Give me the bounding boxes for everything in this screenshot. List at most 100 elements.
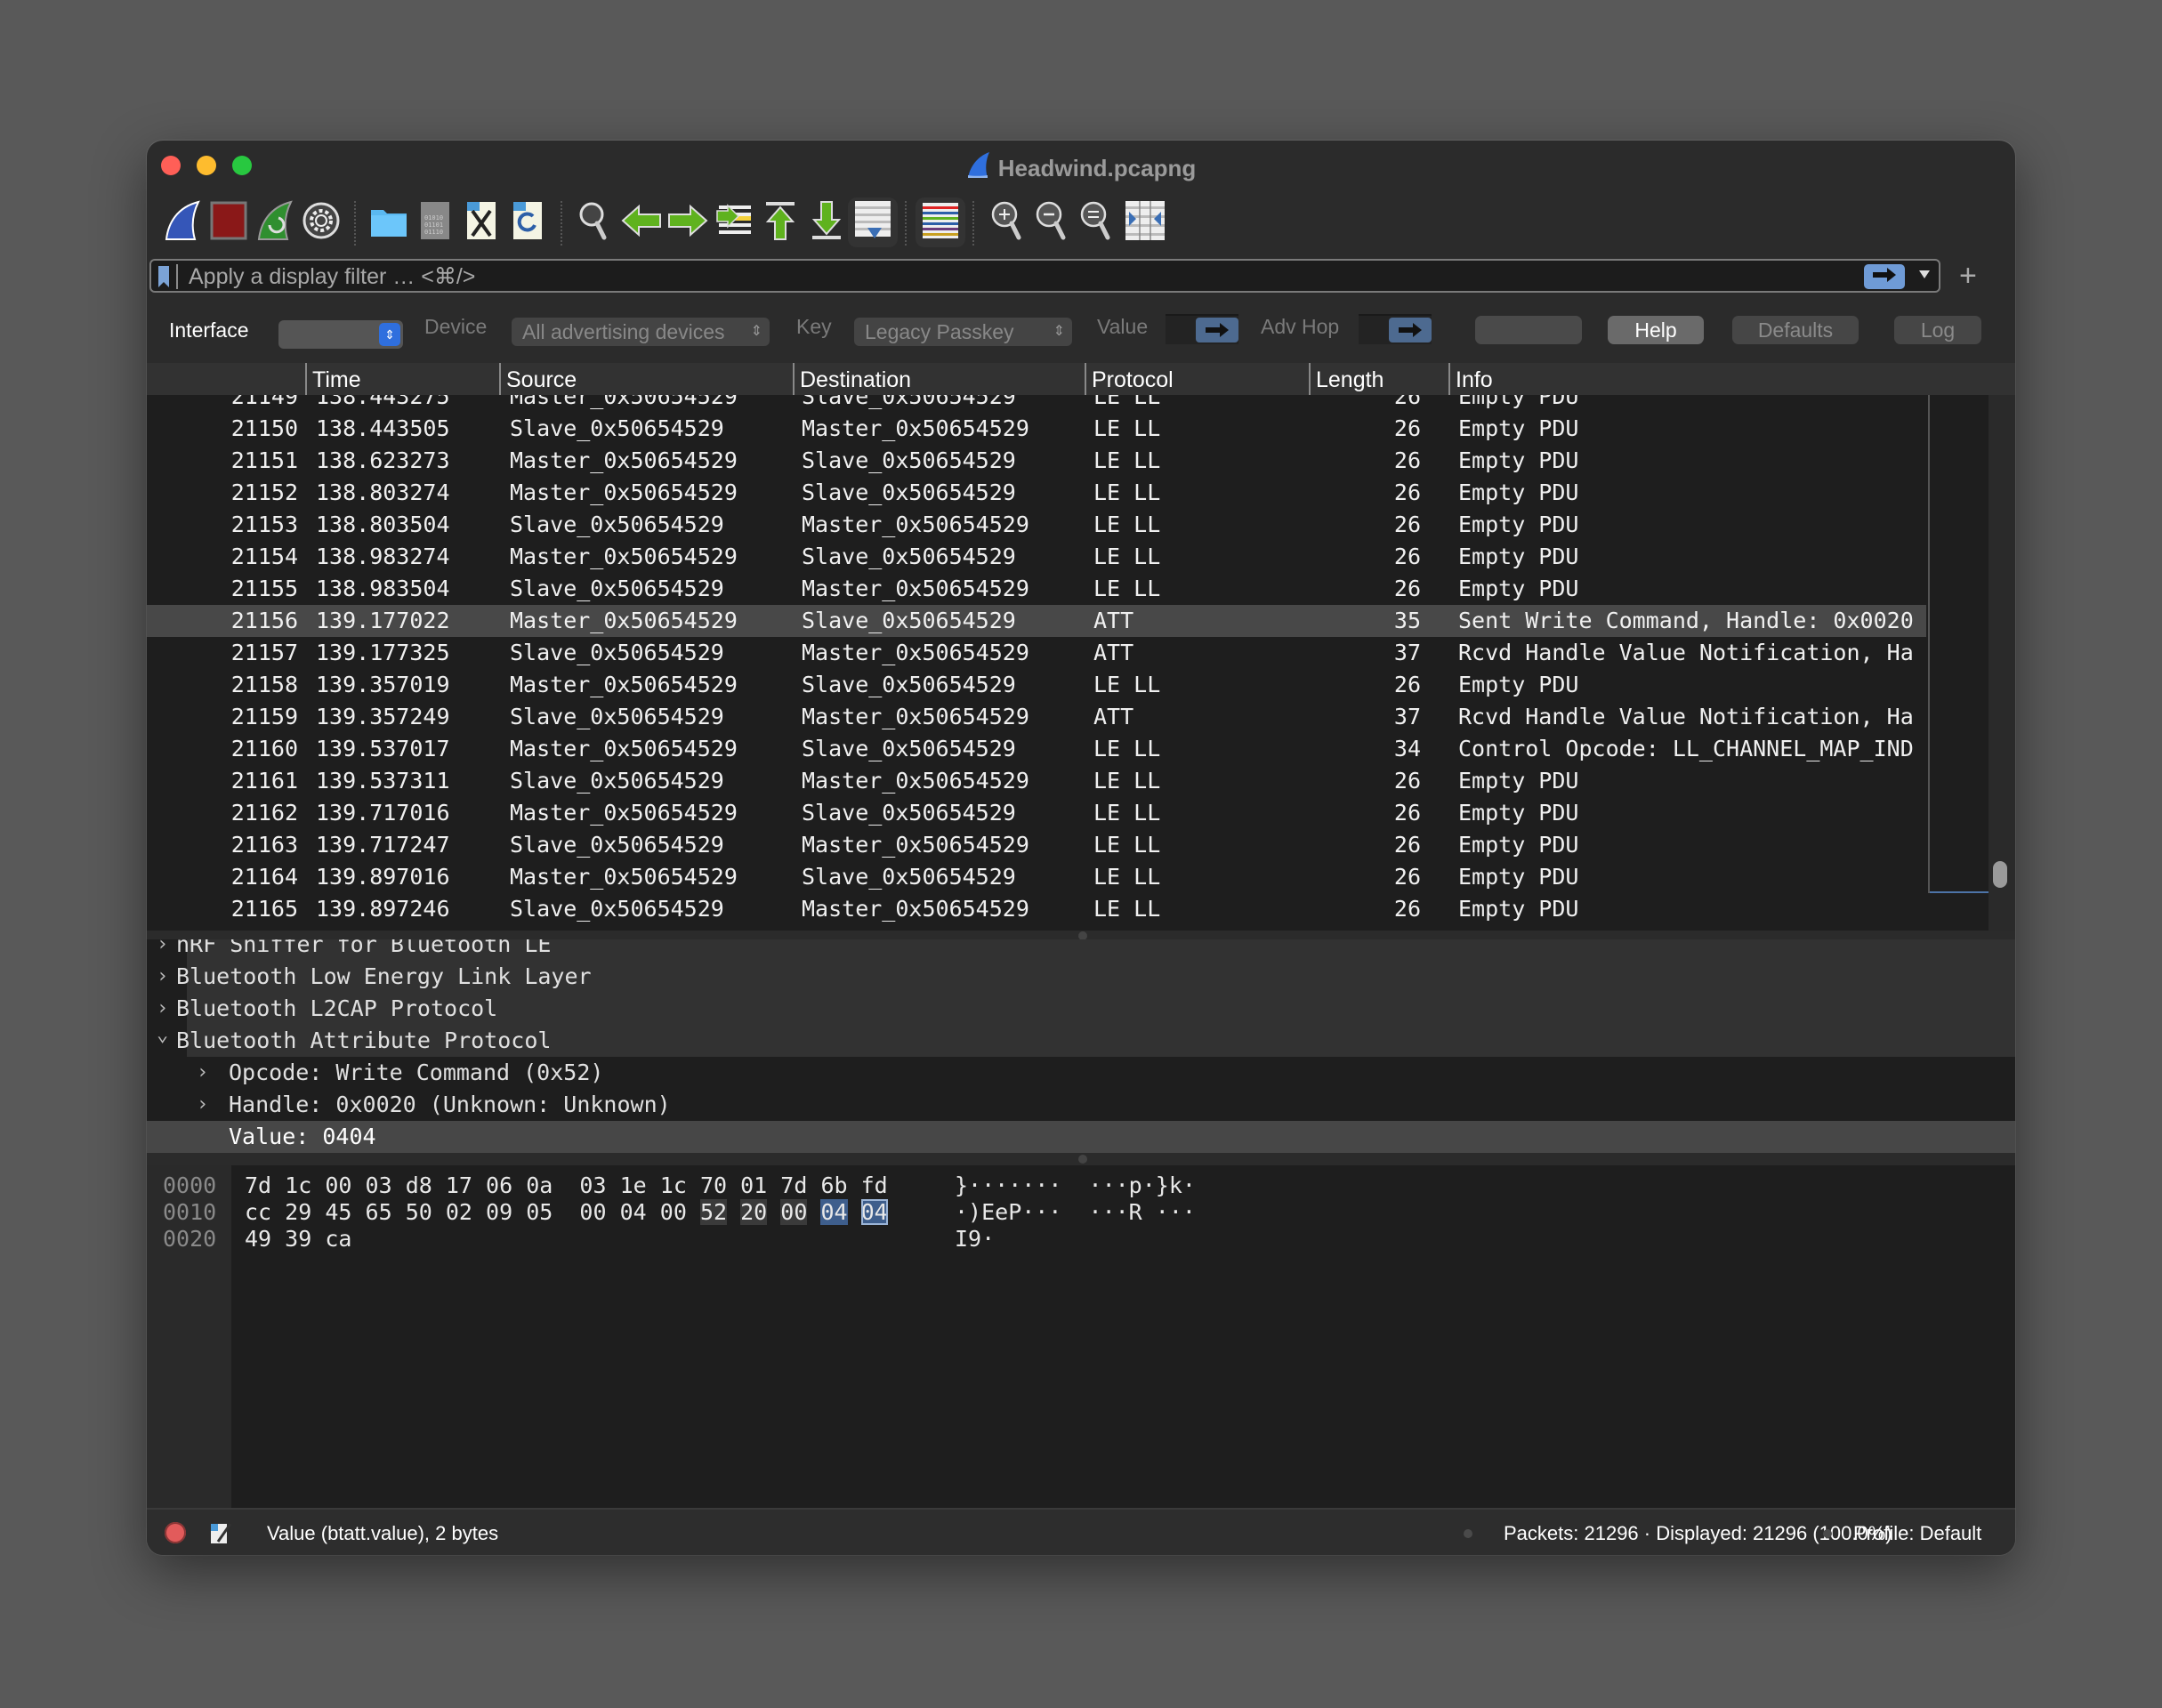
hex-byte[interactable]: 00 — [579, 1199, 606, 1225]
go-forward-button[interactable] — [663, 197, 713, 247]
hex-byte[interactable]: d8 — [406, 1172, 432, 1198]
hex-byte[interactable]: ca — [325, 1226, 351, 1252]
capture-options-button[interactable] — [296, 197, 346, 247]
packet-row[interactable]: 21163 139.717247 Slave_0x50654529 Master_0x… — [147, 829, 1926, 861]
detail-tree-item[interactable]: › nRF Sniffer for Bluetooth LE — [157, 939, 2015, 961]
adv-hop-input[interactable] — [1359, 314, 1432, 344]
column-header-no[interactable] — [147, 363, 307, 395]
restart-capture-button[interactable] — [250, 197, 300, 247]
packet-row[interactable]: 21156 139.177022 Master_0x50654529 Slave_0x… — [147, 605, 1926, 637]
packet-row[interactable]: 21157 139.177325 Slave_0x50654529 Master_0x… — [147, 637, 1926, 669]
apply-value-button[interactable] — [1196, 318, 1238, 342]
hex-byte[interactable]: 04 — [820, 1199, 848, 1225]
filter-bookmark-icon[interactable] — [158, 266, 169, 287]
hex-byte[interactable]: 52 — [699, 1199, 728, 1225]
detail-tree-item[interactable]: › Bluetooth L2CAP Protocol — [157, 993, 2015, 1025]
hex-byte[interactable]: 45 — [325, 1199, 351, 1225]
capture-comment-icon[interactable] — [209, 1520, 232, 1550]
hex-byte[interactable]: cc — [245, 1199, 271, 1225]
packet-row[interactable]: 21152 138.803274 Master_0x50654529 Slave_0x… — [147, 477, 1926, 509]
hex-byte[interactable]: 03 — [579, 1172, 606, 1198]
resize-columns-button[interactable] — [1120, 197, 1170, 247]
chevron-right-icon[interactable]: › — [157, 961, 168, 993]
hex-byte[interactable]: 17 — [446, 1172, 472, 1198]
zoom-in-button[interactable] — [983, 197, 1033, 247]
go-to-packet-button[interactable] — [709, 197, 759, 247]
hex-byte[interactable]: 1e — [620, 1172, 647, 1198]
hex-byte[interactable]: 6b — [820, 1172, 847, 1198]
detail-tree-item[interactable]: Value: 0404 — [147, 1121, 2015, 1153]
packet-row[interactable]: 21160 139.537017 Master_0x50654529 Slave_0x… — [147, 733, 1926, 765]
pane-splitter[interactable] — [147, 931, 2015, 940]
save-file-button[interactable]: 01010 01101 01110 — [410, 197, 460, 247]
hex-byte[interactable]: 50 — [406, 1199, 432, 1225]
blank-button[interactable] — [1475, 316, 1582, 344]
apply-filter-button[interactable] — [1864, 264, 1905, 289]
interface-select[interactable]: ⇕ — [278, 320, 403, 349]
auto-scroll-button[interactable] — [848, 197, 898, 247]
log-button[interactable]: Log — [1894, 316, 1981, 344]
hex-byte[interactable]: 7d — [245, 1172, 271, 1198]
packet-row[interactable]: 21158 139.357019 Master_0x50654529 Slave_0x… — [147, 669, 1926, 701]
help-button[interactable]: Help — [1608, 316, 1704, 344]
packet-row[interactable]: 21150 138.443505 Slave_0x50654529 Master_0x… — [147, 413, 1926, 445]
add-filter-button[interactable]: + — [1959, 259, 1977, 293]
chevron-right-icon[interactable]: › — [197, 1057, 208, 1089]
packet-row[interactable]: 21153 138.803504 Slave_0x50654529 Master_0x… — [147, 509, 1926, 541]
normal-size-button[interactable] — [1072, 197, 1122, 247]
hex-byte[interactable]: 00 — [780, 1199, 808, 1225]
defaults-button[interactable]: Defaults — [1732, 316, 1859, 344]
column-header-protocol[interactable]: Protocol — [1085, 363, 1309, 395]
profile-indicator[interactable]: Profile: Default — [1853, 1522, 1981, 1545]
chevron-right-icon[interactable]: › — [197, 1089, 208, 1121]
packet-row[interactable]: 21151 138.623273 Master_0x50654529 Slave_0x… — [147, 445, 1926, 477]
hex-ascii[interactable]: ·)EeP··· ···R ··· — [955, 1199, 1196, 1226]
packet-row[interactable]: 21161 139.537311 Slave_0x50654529 Master_0x… — [147, 765, 1926, 797]
detail-tree-item[interactable]: › Bluetooth Low Energy Link Layer — [157, 961, 2015, 993]
open-file-button[interactable] — [364, 197, 414, 247]
hex-byte[interactable]: 00 — [660, 1199, 687, 1225]
colorize-button[interactable] — [916, 197, 965, 247]
column-header-info[interactable]: Info — [1448, 363, 2015, 395]
hex-byte[interactable]: 65 — [366, 1199, 392, 1225]
hex-byte[interactable]: fd — [861, 1172, 888, 1198]
hex-byte[interactable]: 00 — [325, 1172, 351, 1198]
scrollbar-thumb[interactable] — [1993, 861, 2007, 888]
zoom-out-button[interactable] — [1028, 197, 1077, 247]
hex-byte[interactable]: 02 — [446, 1199, 472, 1225]
column-header-length[interactable]: Length — [1309, 363, 1448, 395]
hex-byte[interactable]: 49 — [245, 1226, 271, 1252]
packet-row[interactable]: 21164 139.897016 Master_0x50654529 Slave_0x… — [147, 861, 1926, 893]
hex-bytes[interactable]: 49 39 ca — [245, 1226, 351, 1253]
packet-row[interactable]: 21162 139.717016 Master_0x50654529 Slave_0x… — [147, 797, 1926, 829]
filter-history-dropdown[interactable] — [1919, 270, 1930, 278]
hex-bytes[interactable]: cc 29 45 65 50 02 09 05 00 04 00 52 20 0… — [245, 1199, 888, 1226]
hex-ascii[interactable]: I9· — [955, 1226, 995, 1253]
device-select[interactable]: All advertising devices ⇕ — [512, 318, 770, 346]
column-header-time[interactable]: Time — [305, 363, 499, 395]
hex-byte[interactable]: 03 — [366, 1172, 392, 1198]
hex-ascii[interactable]: }······· ···p·}k· — [955, 1172, 1196, 1199]
hex-byte[interactable]: 04 — [620, 1199, 647, 1225]
hex-byte[interactable]: 01 — [740, 1172, 767, 1198]
expert-info-icon[interactable] — [165, 1522, 186, 1543]
display-filter-input[interactable] — [187, 262, 1881, 291]
chevron-down-icon[interactable]: ⌄ — [157, 1019, 168, 1051]
splitter-handle[interactable] — [1078, 1155, 1087, 1164]
detail-tree-item[interactable]: › Opcode: Write Command (0x52) — [147, 1057, 2015, 1089]
chevron-right-icon[interactable]: › — [157, 939, 168, 961]
hex-byte[interactable]: 39 — [285, 1226, 311, 1252]
stop-capture-button[interactable] — [204, 197, 254, 247]
hex-byte[interactable]: 06 — [486, 1172, 512, 1198]
hex-byte[interactable]: 05 — [526, 1199, 553, 1225]
detail-tree-item[interactable]: ⌄ Bluetooth Attribute Protocol — [157, 1024, 2015, 1057]
value-input[interactable] — [1166, 314, 1238, 344]
key-select[interactable]: Legacy Passkey ⇕ — [854, 318, 1072, 346]
hex-byte[interactable]: 7d — [780, 1172, 807, 1198]
packet-list-vertical-scrollbar[interactable] — [1989, 395, 2015, 931]
packet-row[interactable]: 21159 139.357249 Slave_0x50654529 Master_0x… — [147, 701, 1926, 733]
pane-splitter[interactable] — [147, 1153, 2015, 1165]
hex-byte[interactable]: 0a — [526, 1172, 553, 1198]
hex-byte[interactable]: 70 — [700, 1172, 727, 1198]
hex-byte[interactable]: 1c — [660, 1172, 687, 1198]
